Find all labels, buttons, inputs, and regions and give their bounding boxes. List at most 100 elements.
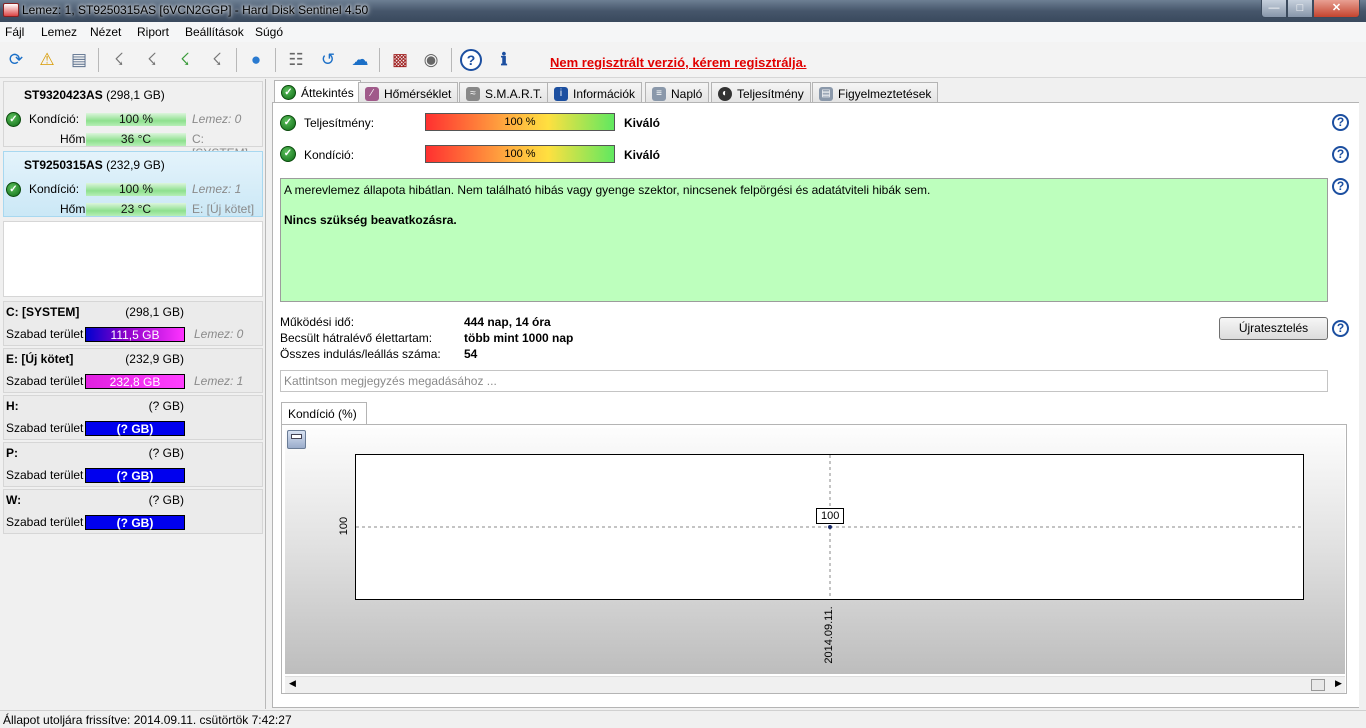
retest-button[interactable]: Újratesztelés [1219,317,1328,340]
advice-text: Nincs szükség beavatkozásra. [284,213,457,227]
free-space-bar: (? GB) [85,421,185,436]
note-input[interactable]: Kattintson megjegyzés megadásához ... [280,370,1328,392]
minimize-button[interactable]: — [1261,0,1287,18]
performance-bar: 100 % [425,113,615,131]
volume-disk-ref: Lemez: 0 [194,327,244,341]
disk-item-0[interactable]: ST9320423AS (298,1 GB) ✓ Kondíció: 100 %… [3,81,263,160]
health-label: Kondíció: [29,182,80,196]
volume-item-e[interactable]: E: [Új kötet] (232,9 GB) Szabad terület … [3,348,263,393]
volume-item-w[interactable]: W: (? GB) Szabad terület (? GB) [3,489,263,534]
y-tick-label: 100 [338,516,350,536]
volume-item-c[interactable]: C: [SYSTEM] (298,1 GB) Szabad terület 11… [3,301,263,346]
menu-help[interactable]: Súgó [255,25,283,39]
usb-icon-2[interactable]: ☇ [139,47,165,73]
startstop-value: 54 [464,347,478,361]
volume-size: (232,9 GB) [125,352,184,366]
temp-bar: 36 °C [86,133,186,146]
help-icon[interactable]: ? [1332,114,1349,131]
save-icon[interactable] [287,430,306,449]
help-icon[interactable]: ? [458,47,484,73]
smart-icon: ≈ [466,86,480,101]
tab-log[interactable]: ≡ Napló [645,82,710,104]
temp-bar: 23 °C [86,203,186,216]
close-button[interactable]: ✕ [1313,0,1360,18]
thermometer-icon: ∕ [365,86,379,101]
toolbar-separator [98,48,99,72]
health-rating: Kiváló [624,148,661,162]
scroll-left-icon[interactable]: ◀ [289,678,296,689]
sync-icon[interactable]: ↺ [315,47,341,73]
disk-icon[interactable]: ▤ [66,47,92,73]
gauge-icon: ◐ [718,86,732,101]
free-space-bar: (? GB) [85,515,185,530]
x-tick-label: 2014.09.11. [823,606,835,664]
help-icon[interactable]: ? [1332,178,1349,195]
window-title: Lemez: 1, ST9250315AS [6VCN2GGP] - Hard … [22,3,369,17]
free-space-label: Szabad terület [6,327,84,341]
menu-view[interactable]: Nézet [90,25,121,39]
volume-name: E: [Új kötet] [6,352,74,366]
maximize-button[interactable]: □ [1287,0,1313,18]
usb-icon-4[interactable]: ☇ [204,47,230,73]
usb-icon-1[interactable]: ☇ [106,47,132,73]
chart-plot-area: 100 [355,454,1304,600]
scroll-right-icon[interactable]: ▶ [1335,678,1342,689]
right-scrollbar[interactable] [1359,80,1366,710]
volume-size: (? GB) [148,399,184,413]
startstop-label: Összes indulás/leállás száma: [280,347,441,361]
tab-information[interactable]: i Információk [547,82,643,104]
volume-item-p[interactable]: P: (? GB) Szabad terület (? GB) [3,442,263,487]
report-icon[interactable]: ☷ [283,47,309,73]
free-space-bar: 111,5 GB [85,327,185,342]
help-icon[interactable]: ? [1332,320,1349,337]
menu-file[interactable]: Fájl [5,25,24,39]
health-bar: 100 % [86,113,186,126]
menu-settings[interactable]: Beállítások [185,25,244,39]
left-panel: ST9320423AS (298,1 GB) ✓ Kondíció: 100 %… [0,79,266,709]
scroll-thumb[interactable] [1311,679,1325,691]
sound-icon[interactable]: ◉ [418,47,444,73]
title-bar: Lemez: 1, ST9250315AS [6VCN2GGP] - Hard … [0,0,1366,22]
chart-icon[interactable]: ▩ [387,47,413,73]
toolbar-separator [451,48,452,72]
chart-horizontal-scrollbar[interactable]: ◀ ▶ [285,676,1345,693]
globe-icon[interactable]: ● [243,47,269,73]
info-icon: i [554,86,568,101]
menu-disk[interactable]: Lemez [41,25,77,39]
disk-ref: Lemez: 0 [192,112,242,126]
health-label: Kondíció: [304,148,355,162]
disk-item-1[interactable]: ST9250315AS (232,9 GB) ✓ Kondíció: 100 %… [3,151,263,217]
register-link[interactable]: Nem regisztrált verzió, kérem regisztrál… [550,55,807,70]
volume-size: (? GB) [148,493,184,507]
chart-svg [356,455,1303,599]
usb-icon-3[interactable]: ☇ [172,47,198,73]
toolbar-separator [379,48,380,72]
free-space-label: Szabad terület [6,374,84,388]
ok-icon: ✓ [6,112,21,127]
disk-list-empty [3,221,263,297]
tab-warnings[interactable]: ▤ Figyelmeztetések [812,82,939,104]
tab-overview[interactable]: ✓ Áttekintés [274,80,361,104]
info-icon[interactable]: ℹ [491,47,517,73]
volume-item-h[interactable]: H: (? GB) Szabad terület (? GB) [3,395,263,440]
tab-health-chart[interactable]: Kondíció (%) [281,402,367,425]
refresh-icon[interactable]: ⟳ [3,47,29,73]
menu-report[interactable]: Riport [137,25,169,39]
menu-bar: Fájl Lemez Nézet Riport Beállítások Súgó [0,22,1366,42]
health-label: Kondíció: [29,112,80,126]
network-icon[interactable]: ☁ [347,47,373,73]
warning-doc-icon: ▤ [819,86,833,101]
free-space-label: Szabad terület [6,515,84,529]
tab-temperature[interactable]: ∕ Hőmérséklet [358,82,459,104]
free-space-bar: 232,8 GB [85,374,185,389]
tab-performance[interactable]: ◐ Teljesítmény [711,82,811,104]
remaining-label: Becsült hátralévő élettartam: [280,331,433,345]
ok-icon: ✓ [280,146,296,162]
volume-disk-ref: Lemez: 1 [194,374,244,388]
help-icon[interactable]: ? [1332,146,1349,163]
performance-label: Teljesítmény: [304,116,375,130]
tab-smart[interactable]: ≈ S.M.A.R.T. [459,82,550,104]
alert-icon[interactable]: ⚠ [34,47,60,73]
status-text: A merevlemez állapota hibátlan. Nem talá… [284,183,931,197]
data-point [828,525,832,529]
